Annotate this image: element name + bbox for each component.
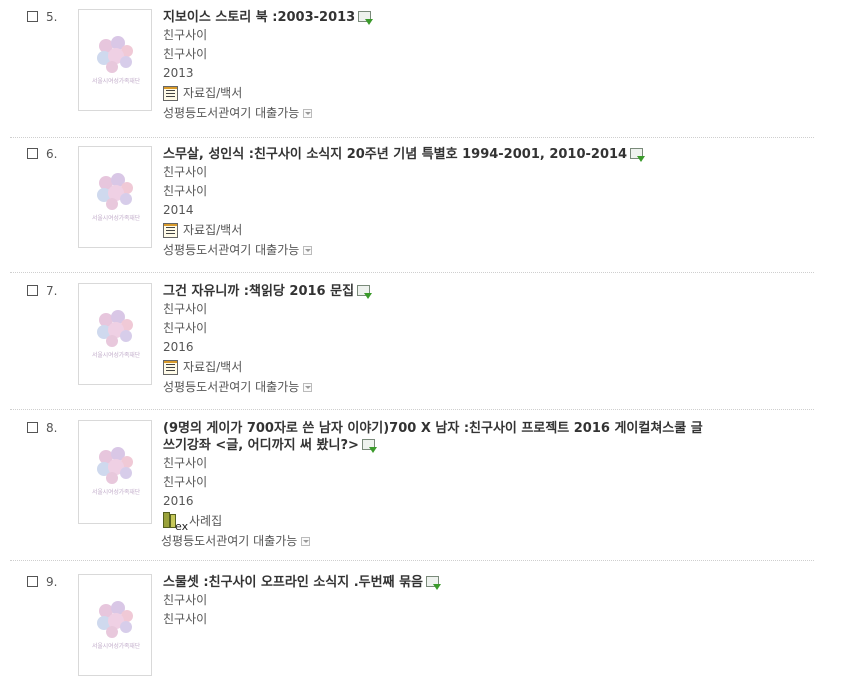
material-type: 자료집/백서 [163, 83, 723, 103]
result-item: 6. 서울시여성가족재단 스무살, 성인식 :친구사이 소식지 20주년 기념 … [10, 135, 814, 273]
material-type-label: 자료집/백서 [183, 86, 243, 100]
books-icon-text: ex [175, 520, 189, 533]
material-type-label: 자료집/백서 [183, 223, 243, 237]
material-type: ex 사례집 [163, 511, 723, 533]
library-logo-icon [97, 601, 133, 638]
thumbnail-caption: 서울시여성가족재단 [92, 489, 140, 496]
result-title[interactable]: 그건 자유니까 :책읽당 2016 문집 [163, 283, 723, 300]
download-icon[interactable] [630, 148, 646, 162]
publication-year: 2016 [163, 340, 194, 354]
download-icon[interactable] [357, 285, 373, 299]
result-title[interactable]: 스물셋 :친구사이 오프라인 소식지 .두번째 묶음 [163, 574, 723, 591]
book-thumbnail[interactable]: 서울시여성가족재단 [78, 420, 152, 524]
book-thumbnail[interactable]: 서울시여성가족재단 [78, 9, 152, 111]
dropdown-icon[interactable] [301, 537, 311, 546]
result-number: 5. [46, 10, 58, 24]
result-title[interactable]: 스무살, 성인식 :친구사이 소식지 20주년 기념 특별호 1994-2001… [163, 146, 723, 163]
result-title[interactable]: (9명의 게이가 700자로 쓴 남자 이야기)700 X 남자 :친구사이 프… [163, 420, 723, 454]
thumbnail-caption: 서울시여성가족재단 [92, 215, 140, 222]
author: 친구사이 [163, 165, 208, 179]
availability-text: 성평등도서관여기 대출가능 [163, 106, 300, 120]
material-type-label: 사례집 [189, 514, 223, 528]
publisher: 친구사이 [163, 321, 208, 335]
author: 친구사이 [163, 302, 208, 316]
books-icon: ex [163, 512, 188, 533]
result-number: 8. [46, 421, 58, 435]
download-icon[interactable] [358, 11, 374, 25]
material-type: 자료집/백서 [163, 220, 723, 240]
book-thumbnail[interactable]: 서울시여성가족재단 [78, 283, 152, 385]
publisher: 친구사이 [163, 612, 208, 626]
title-text[interactable]: 지보이스 스토리 북 :2003-2013 [163, 10, 355, 25]
publication-year: 2014 [163, 203, 194, 217]
result-item: 8. 서울시여성가족재단 (9명의 게이가 700자로 쓴 남자 이야기)700… [10, 409, 814, 561]
result-item: 5. 서울시여성가족재단 지보이스 스토리 북 :2003-2013 친구사이 … [10, 0, 814, 138]
availability-toggle[interactable]: 성평등도서관여기 대출가능 [163, 377, 723, 397]
availability-toggle[interactable]: 성평등도서관여기 대출가능 [163, 240, 723, 260]
material-type: 자료집/백서 [163, 357, 723, 377]
thumbnail-caption: 서울시여성가족재단 [92, 352, 140, 359]
document-icon [163, 86, 178, 101]
author: 친구사이 [163, 593, 208, 607]
library-logo-icon [97, 310, 133, 347]
availability-toggle[interactable]: 성평등도서관여기 대출가능 [161, 531, 723, 551]
title-text[interactable]: 스물셋 :친구사이 오프라인 소식지 .두번째 묶음 [163, 575, 423, 590]
thumbnail-caption: 서울시여성가족재단 [92, 643, 140, 650]
availability-text: 성평등도서관여기 대출가능 [163, 380, 300, 394]
publisher: 친구사이 [163, 475, 208, 489]
dropdown-icon[interactable] [303, 246, 313, 255]
select-checkbox[interactable] [27, 148, 38, 159]
select-checkbox[interactable] [27, 576, 38, 587]
result-title[interactable]: 지보이스 스토리 북 :2003-2013 [163, 9, 723, 26]
title-text-continued[interactable]: 쓰기강좌 <글, 어디까지 써 봤니?> [163, 438, 359, 453]
author: 친구사이 [163, 28, 208, 42]
dropdown-icon[interactable] [303, 383, 313, 392]
select-checkbox[interactable] [27, 11, 38, 22]
thumbnail-caption: 서울시여성가족재단 [92, 78, 140, 85]
select-checkbox[interactable] [27, 285, 38, 296]
publication-year: 2016 [163, 494, 194, 508]
title-text[interactable]: 스무살, 성인식 :친구사이 소식지 20주년 기념 특별호 1994-2001… [163, 147, 627, 162]
result-number: 6. [46, 147, 58, 161]
dropdown-icon[interactable] [303, 109, 313, 118]
download-icon[interactable] [426, 576, 442, 590]
download-icon[interactable] [361, 439, 377, 453]
result-number: 7. [46, 284, 58, 298]
material-type-label: 자료집/백서 [183, 360, 243, 374]
book-thumbnail[interactable]: 서울시여성가족재단 [78, 146, 152, 248]
publisher: 친구사이 [163, 184, 208, 198]
availability-toggle[interactable]: 성평등도서관여기 대출가능 [163, 103, 723, 123]
title-text[interactable]: 그건 자유니까 :책읽당 2016 문집 [163, 284, 354, 299]
result-number: 9. [46, 575, 58, 589]
select-checkbox[interactable] [27, 422, 38, 433]
availability-text: 성평등도서관여기 대출가능 [163, 243, 300, 257]
library-logo-icon [97, 447, 133, 484]
library-logo-icon [97, 173, 133, 210]
document-icon [163, 360, 178, 375]
library-logo-icon [97, 36, 133, 73]
document-icon [163, 223, 178, 238]
author: 친구사이 [163, 456, 208, 470]
publisher: 친구사이 [163, 47, 208, 61]
result-item: 7. 서울시여성가족재단 그건 자유니까 :책읽당 2016 문집 친구사이 친… [10, 272, 814, 410]
result-item: 9. 서울시여성가족재단 스물셋 :친구사이 오프라인 소식지 .두번째 묶음 … [10, 561, 814, 698]
title-text[interactable]: (9명의 게이가 700자로 쓴 남자 이야기)700 X 남자 :친구사이 프… [163, 421, 703, 436]
publication-year: 2013 [163, 66, 194, 80]
book-thumbnail[interactable]: 서울시여성가족재단 [78, 574, 152, 676]
